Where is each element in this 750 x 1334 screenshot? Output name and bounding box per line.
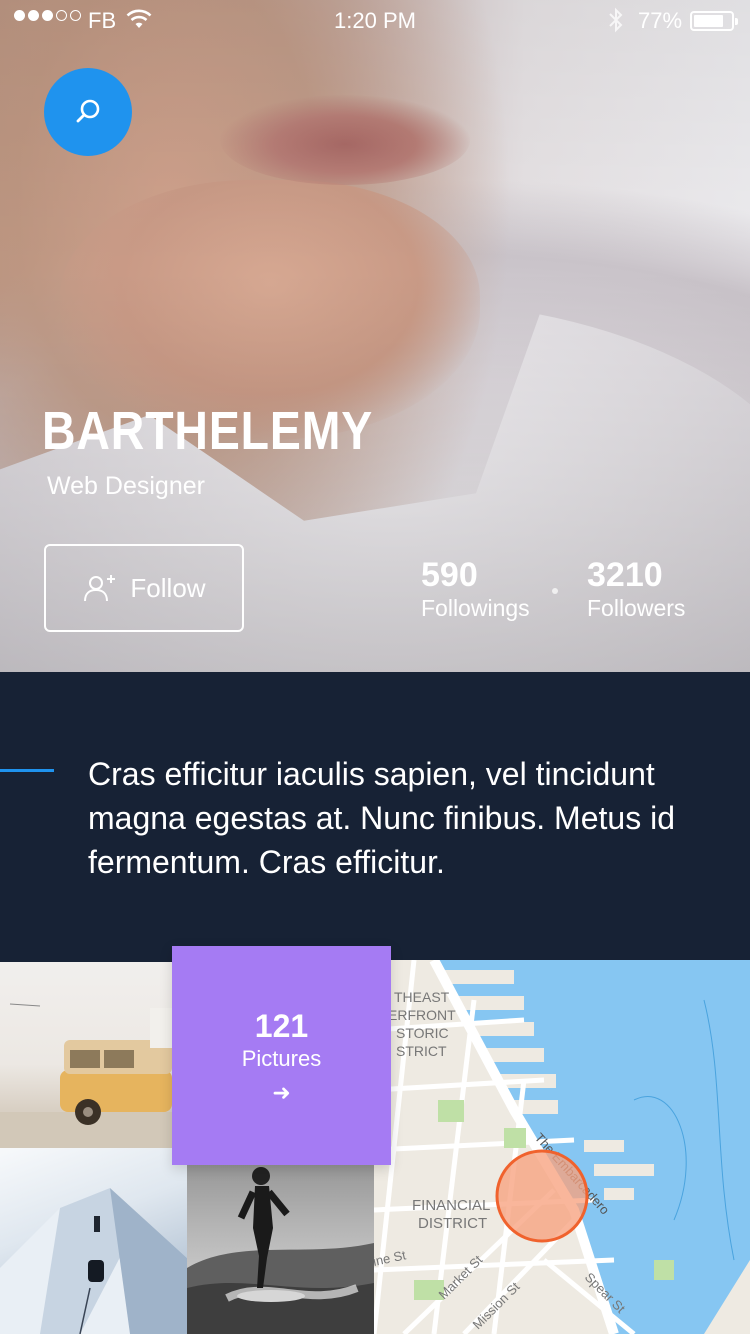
bio-text: Cras efficitur iaculis sapien, vel tinci… <box>88 756 675 880</box>
battery-percent: 77% <box>638 8 683 33</box>
stat-followers[interactable]: 3210 Followers <box>587 556 685 622</box>
battery-icon <box>690 11 738 31</box>
arrow-right-icon: ➜ <box>272 1080 291 1106</box>
add-user-icon <box>84 575 116 602</box>
follow-button[interactable]: Follow <box>44 544 244 632</box>
followings-count: 590 <box>421 556 478 594</box>
stat-followings[interactable]: 590 Followings <box>421 556 530 622</box>
followers-count: 3210 <box>587 556 663 594</box>
stat-separator <box>552 588 558 594</box>
quote-accent-line <box>0 769 54 772</box>
search-button[interactable] <box>44 68 132 156</box>
follow-button-label: Follow <box>130 572 206 603</box>
pictures-count-card[interactable]: 121 Pictures ➜ <box>172 946 391 1165</box>
surfer-illustration <box>187 1167 374 1334</box>
map-label: THEAST <box>394 989 450 1005</box>
location-map[interactable]: THEAST ERFRONT STORIC STRICT The Embarca… <box>374 960 750 1334</box>
battery-fill <box>694 15 723 27</box>
search-icon <box>76 99 100 123</box>
pictures-label: Pictures <box>241 1045 322 1071</box>
photo-tile-snow[interactable] <box>0 1148 187 1334</box>
photo-tile-surfer[interactable] <box>187 1148 374 1334</box>
map-illustration: THEAST ERFRONT STORIC STRICT The Embarca… <box>374 960 750 1334</box>
followers-label: Followers <box>587 595 686 621</box>
map-label: FINANCIAL <box>412 1197 490 1214</box>
map-label: STORIC <box>396 1025 449 1041</box>
photo-tile-van[interactable] <box>0 962 172 1148</box>
map-label: STRICT <box>396 1043 447 1059</box>
van-illustration <box>0 1003 172 1148</box>
profile-name: BARTHELEMY <box>42 401 374 461</box>
profile-role: Web Designer <box>47 472 205 500</box>
snow-mountain-illustration <box>0 1188 187 1334</box>
pictures-count: 121 <box>254 1007 309 1044</box>
status-bar: FB 1:20 PM 77% <box>0 0 750 40</box>
map-label: ERFRONT <box>388 1007 456 1023</box>
bio-section: Cras efficitur iaculis sapien, vel tinci… <box>0 672 750 962</box>
bluetooth-icon <box>609 7 623 33</box>
map-label: DISTRICT <box>418 1215 487 1232</box>
location-marker-icon[interactable] <box>495 1149 589 1243</box>
battery-nub <box>735 18 738 25</box>
followings-label: Followings <box>421 595 530 621</box>
